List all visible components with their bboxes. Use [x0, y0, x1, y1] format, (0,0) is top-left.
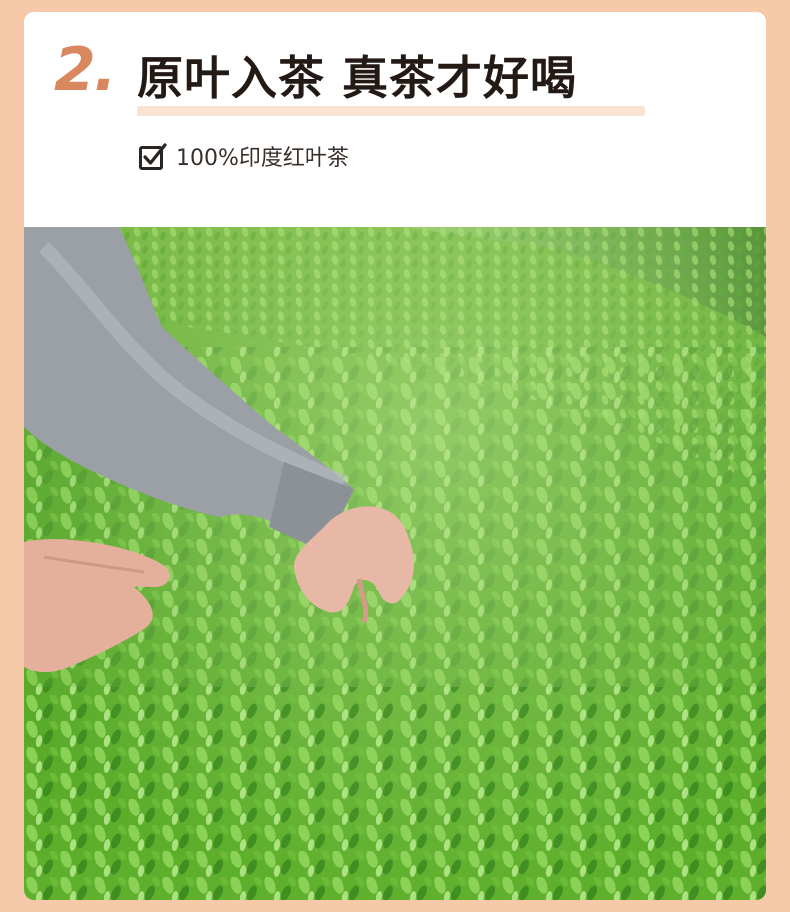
- feature-label: 100%印度红叶茶: [176, 146, 349, 171]
- title-underline-highlight: [137, 106, 645, 116]
- title-block: 原叶入茶 真茶才好喝: [137, 51, 645, 116]
- feature-item: 100%印度红叶茶: [138, 140, 349, 172]
- card-header: 2. 原叶入茶 真茶才好喝 100%印度红叶茶: [24, 12, 766, 227]
- section-title: 原叶入茶 真茶才好喝: [137, 51, 578, 105]
- step-number: 2.: [54, 35, 117, 105]
- tea-field-photo: [24, 227, 766, 900]
- feature-card: 2. 原叶入茶 真茶才好喝 100%印度红叶茶: [24, 12, 766, 900]
- checkbox-checked-icon: [139, 143, 167, 170]
